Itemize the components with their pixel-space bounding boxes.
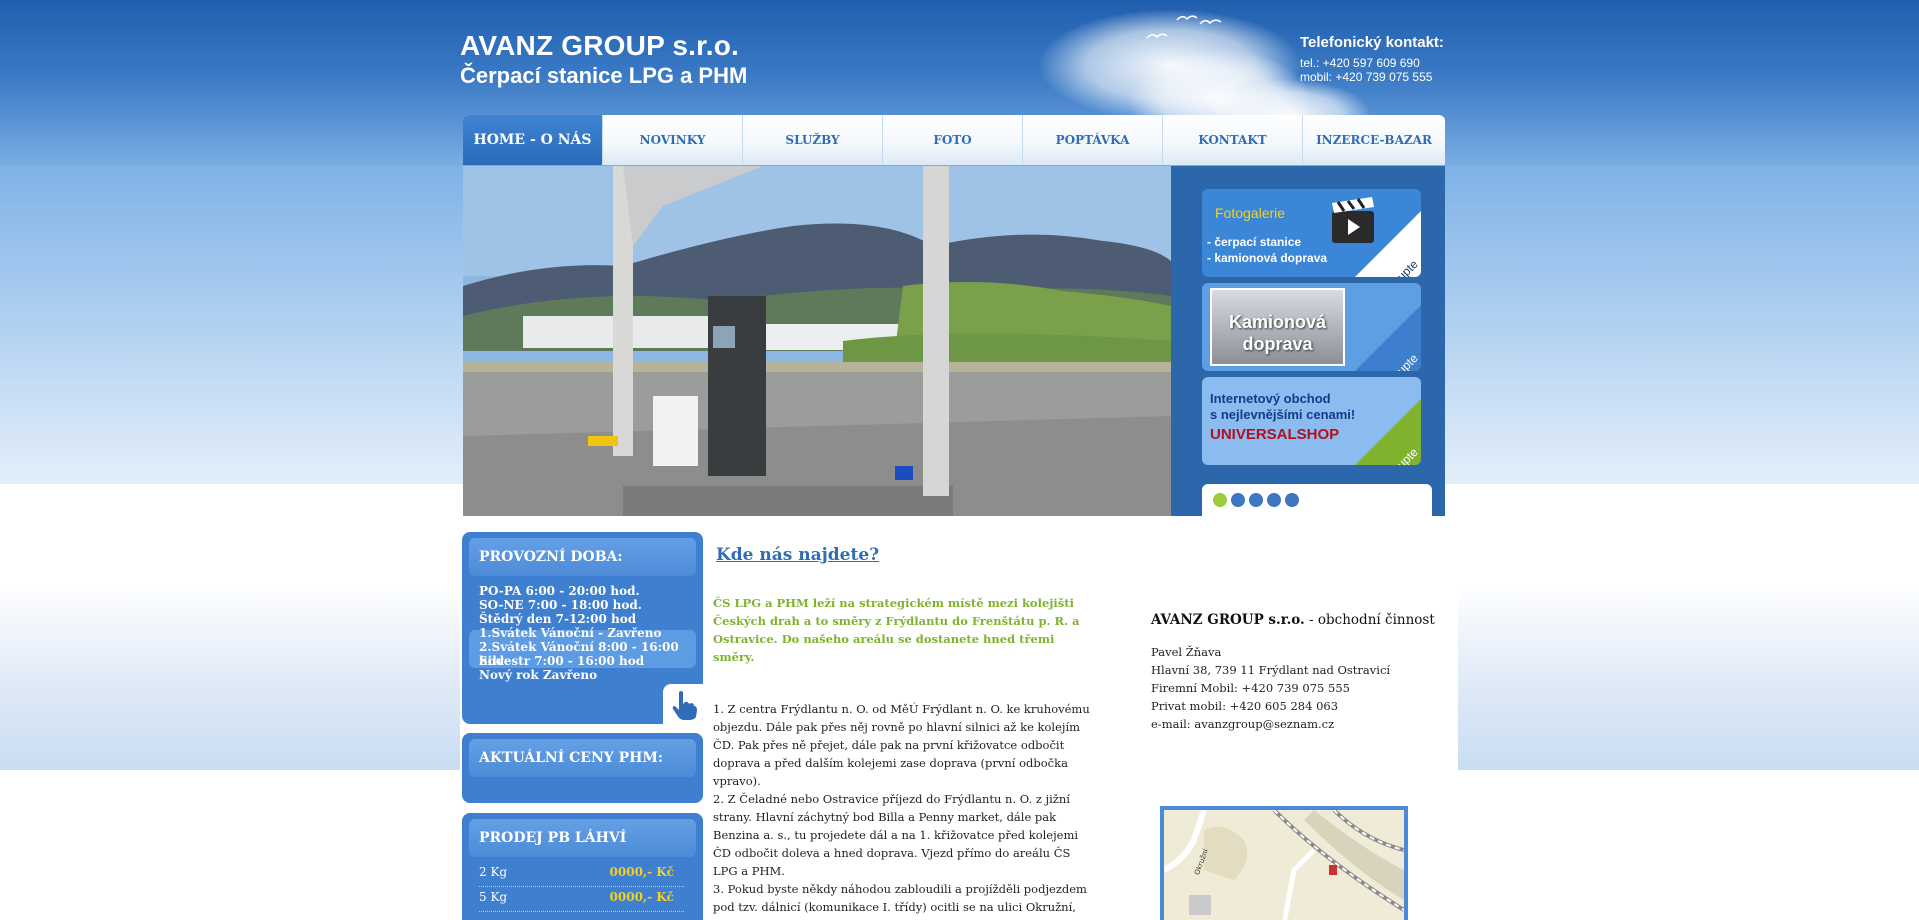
contact-mobile: mobil: +420 739 075 555: [1300, 70, 1433, 84]
fuel-prices-heading: AKTUÁLNÍ CENY PHM:: [469, 739, 696, 777]
contact-heading: Telefonický kontakt:: [1300, 34, 1444, 51]
opening-hours-heading: PROVOZNÍ DOBA:: [469, 538, 696, 576]
fuel-prices-box: AKTUÁLNÍ CENY PHM:: [462, 733, 703, 803]
company-name: AVANZ GROUP s.r.o.: [1151, 612, 1305, 628]
eshop-name: UNIVERSALSHOP: [1210, 426, 1340, 443]
company-suffix: - obchodní činnost: [1304, 612, 1435, 628]
nav-services[interactable]: SLUŽBY: [743, 115, 883, 165]
main-navigation: HOME - O NÁS NOVINKY SLUŽBY FOTO POPTÁVK…: [463, 115, 1445, 165]
nav-inquiry[interactable]: POPTÁVKA: [1023, 115, 1163, 165]
pointer-hand-button[interactable]: [663, 684, 703, 724]
hours-line: PO-PA 6:00 - 20:00 hod.: [479, 584, 640, 598]
gas-bottles-heading: PRODEJ PB LÁHVÍ: [469, 819, 696, 857]
contact-email[interactable]: e-mail: avanzgroup@seznam.cz: [1151, 717, 1334, 731]
contact-phone: tel.: +420 597 609 690: [1300, 56, 1420, 70]
slider-dot[interactable]: [1213, 493, 1227, 507]
opening-hours-box: PROVOZNÍ DOBA: PO-PA 6:00 - 20:00 hod. S…: [462, 532, 703, 724]
contact-person: Pavel Žňava: [1151, 645, 1222, 659]
price-row: 5 Kg 0000,- Kč: [479, 890, 684, 912]
price-label: 5 Kg: [479, 890, 508, 904]
directions-heading[interactable]: Kde nás najdete?: [716, 545, 879, 565]
slider-dot[interactable]: [1249, 493, 1263, 507]
trucking-line1: Kamionová: [1228, 312, 1327, 332]
price-row: 2 Kg 0000,- Kč: [479, 865, 684, 887]
page-wrapper: AVANZ GROUP s.r.o. Čerpací stanice LPG a…: [460, 0, 1460, 920]
nav-bazaar[interactable]: INZERCE-BAZAR: [1303, 115, 1445, 165]
contact-company-mobile: Firemní Mobil: +420 739 075 555: [1151, 681, 1350, 695]
site-subtitle: Čerpací stanice LPG a PHM: [460, 63, 748, 88]
site-title[interactable]: AVANZ GROUP s.r.o.: [460, 30, 739, 62]
hours-line: Silvestr 7:00 - 16:00 hod: [479, 654, 645, 668]
eshop-line2: s nejlevnějšími cenami!: [1210, 407, 1356, 422]
price-value: 0000,- Kč: [609, 865, 674, 879]
hours-line: Štědrý den 7-12:00 hod: [479, 612, 637, 626]
banner-photo: [463, 166, 1171, 516]
slider-dot[interactable]: [1267, 493, 1281, 507]
gallery-item-station: - čerpací stanice: [1207, 235, 1302, 249]
nav-photo[interactable]: FOTO: [883, 115, 1023, 165]
directions-paragraph-2: 2. Z Čeladné nebo Ostravice příjezd do F…: [713, 792, 1079, 878]
hours-line: SO-NE 7:00 - 18:00 hod.: [479, 598, 642, 612]
gallery-title: Fotogalerie: [1215, 205, 1286, 221]
slider-dot[interactable]: [1231, 493, 1245, 507]
price-label: 2 Kg: [479, 865, 508, 879]
gallery-promo[interactable]: Fotogalerie - čerpací stanice - kamionov…: [1202, 189, 1421, 277]
gas-bottles-box: PRODEJ PB LÁHVÍ 2 Kg 0000,- Kč 5 Kg 0000…: [462, 813, 703, 920]
nav-home[interactable]: HOME - O NÁS: [463, 115, 603, 165]
slider-dots: [1202, 484, 1432, 516]
nav-contact[interactable]: KONTAKT: [1163, 115, 1303, 165]
contact-private-mobile: Privat mobil: +420 605 284 063: [1151, 699, 1339, 713]
directions-paragraph-1: 1. Z centra Frýdlantu n. O. od MěÚ Frýdl…: [713, 702, 1090, 788]
contact-address: Hlavní 38, 739 11 Frýdlant nad Ostravicí: [1151, 663, 1391, 677]
eshop-promo[interactable]: Internetový obchod s nejlevnějšími cenam…: [1202, 377, 1421, 465]
nav-news[interactable]: NOVINKY: [603, 115, 743, 165]
location-map[interactable]: Okružní: [1160, 806, 1408, 920]
directions-paragraph-3: 3. Pokud byste někdy náhodou zabloudili …: [713, 882, 1087, 920]
eshop-line1: Internetový obchod: [1210, 391, 1331, 406]
hours-line: Nový rok Zavřeno: [479, 668, 598, 682]
slider-dot[interactable]: [1285, 493, 1299, 507]
pointer-hand-icon: [672, 691, 697, 720]
trucking-line2: doprava: [1242, 334, 1313, 354]
trucking-promo[interactable]: Kamionová doprava vstupte: [1202, 283, 1421, 371]
birds-decoration-icon: [1146, 15, 1222, 39]
price-value: 0000,- Kč: [609, 890, 674, 904]
directions-intro: ČS LPG a PHM leží na strategickém místě …: [713, 596, 1080, 664]
promo-panel: Fotogalerie - čerpací stanice - kamionov…: [1171, 166, 1445, 516]
gallery-item-trucking: - kamionová doprava: [1207, 251, 1328, 265]
company-heading: AVANZ GROUP s.r.o. - obchodní činnost: [1151, 612, 1435, 628]
hours-line: 1.Svátek Vánoční - Zavřeno: [479, 626, 662, 640]
